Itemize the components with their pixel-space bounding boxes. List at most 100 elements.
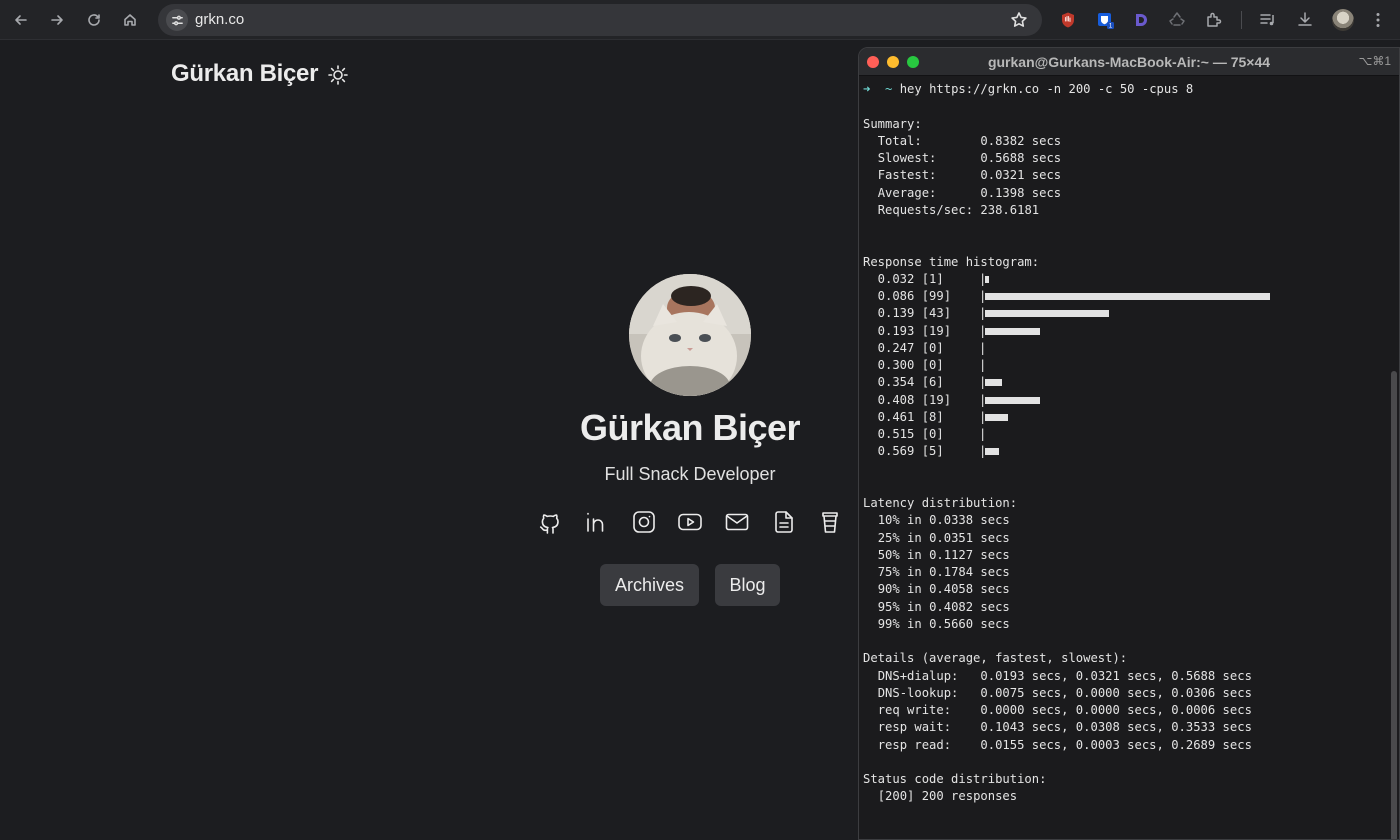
- summary-row: Total: 0.8382 secs: [863, 133, 1270, 150]
- details-row: resp read: 0.0155 secs, 0.0003 secs, 0.2…: [863, 737, 1270, 754]
- blog-button[interactable]: Blog: [715, 564, 780, 606]
- status-header: Status code distribution:: [863, 772, 1047, 786]
- terminal-shortcut: ⌥⌘1: [1358, 54, 1391, 68]
- summary-label: Total:: [877, 133, 922, 148]
- browser-menu-button[interactable]: [1367, 9, 1389, 31]
- histogram-axis-tick: |: [979, 358, 987, 372]
- latency-percentile: 50%: [877, 547, 900, 562]
- download-icon: [1298, 12, 1312, 26]
- youtube-link[interactable]: [676, 508, 704, 536]
- latency-row: 95% in 0.4082 secs: [877, 599, 1010, 614]
- histogram-row: 0.515 [0] |: [863, 426, 1270, 443]
- github-link[interactable]: [536, 508, 564, 536]
- summary-label: Average:: [877, 185, 937, 200]
- histogram-row: 0.193 [19] |: [863, 323, 1270, 340]
- recycle-extension[interactable]: [1166, 9, 1188, 31]
- home-button[interactable]: [120, 10, 140, 30]
- histogram-bar: [985, 396, 1040, 404]
- histogram-bar: [985, 327, 1040, 335]
- terminal-titlebar[interactable]: gurkan@Gurkans-MacBook-Air:~ — 75×44 ⌥⌘1: [859, 48, 1399, 76]
- latency-value: 0.4082 secs: [929, 599, 1010, 614]
- sun-icon: [328, 65, 348, 85]
- dashlane-icon: [1136, 14, 1147, 26]
- home-icon: [124, 14, 136, 26]
- youtube-icon: [678, 513, 702, 531]
- details-label: resp read:: [877, 737, 952, 752]
- instagram-link[interactable]: [630, 508, 658, 536]
- details-label: DNS+dialup:: [877, 668, 959, 683]
- summary-value: 238.6181: [980, 202, 1040, 217]
- histogram-bucket-label: 0.300 [0]: [863, 358, 981, 372]
- histogram-axis-tick: |: [979, 427, 987, 441]
- details-row: DNS+dialup: 0.0193 secs, 0.0321 secs, 0.…: [863, 668, 1270, 685]
- histogram-axis-tick: |: [979, 392, 987, 407]
- latency-header: Latency distribution:: [863, 496, 1018, 510]
- hero-tagline: Full Snack Developer: [604, 464, 776, 484]
- status-row: [200] 200 responses: [863, 788, 1270, 805]
- resume-link[interactable]: [770, 508, 798, 536]
- summary-section: Total: 0.8382 secs Slowest: 0.5688 secs …: [863, 133, 1270, 219]
- latency-row: 25% in 0.0351 secs: [877, 530, 1010, 545]
- terminal-scrollbar[interactable]: [1391, 371, 1397, 839]
- instagram-icon: [633, 511, 655, 533]
- terminal-window: gurkan@Gurkans-MacBook-Air:~ — 75×44 ⌥⌘1…: [858, 47, 1400, 840]
- histogram-row: 0.354 [6] |: [863, 374, 1270, 391]
- latency-value: 0.1784 secs: [929, 565, 1010, 579]
- latency-percentile: 75%: [877, 565, 900, 579]
- bitwarden-extension[interactable]: 1: [1094, 9, 1116, 31]
- histogram-row: 0.247 [0] |: [863, 340, 1270, 357]
- histogram-bucket-label: 0.569 [5]: [863, 444, 981, 459]
- summary-label: Slowest:: [877, 151, 937, 165]
- resume-icon: [775, 511, 793, 533]
- summary-label: Fastest:: [877, 168, 937, 183]
- site-title[interactable]: Gürkan Biçer: [171, 60, 318, 88]
- latency-percentile: 25%: [877, 530, 900, 545]
- histogram-axis-tick: |: [979, 409, 987, 424]
- latency-row: 50% in 0.1127 secs: [877, 547, 1010, 562]
- menu-icon: [1376, 13, 1380, 27]
- forward-button[interactable]: [47, 10, 67, 30]
- dashlane-extension[interactable]: [1130, 9, 1152, 31]
- latency-row: 99% in 0.5660 secs: [877, 616, 1010, 631]
- site-info-button[interactable]: [166, 9, 188, 31]
- extensions-button[interactable]: [1203, 9, 1225, 31]
- histogram-row: 0.139 [43] |: [863, 305, 1270, 322]
- latency-row: 90% in 0.4058 secs: [877, 582, 1010, 597]
- media-controls-button[interactable]: [1257, 9, 1279, 31]
- downloads-button[interactable]: [1294, 9, 1316, 31]
- toolbar-divider: [1241, 11, 1242, 29]
- coffee-icon: [822, 512, 838, 533]
- coffee-link[interactable]: [816, 508, 844, 536]
- details-row: resp wait: 0.1043 secs, 0.0308 secs, 0.3…: [863, 719, 1270, 736]
- address-bar[interactable]: grkn.co: [158, 4, 1042, 36]
- archives-button[interactable]: Archives: [600, 564, 699, 606]
- histogram-bucket-label: 0.086 [99]: [863, 289, 981, 303]
- mail-icon: [725, 513, 749, 531]
- reload-button[interactable]: [84, 10, 104, 30]
- bitwarden-icon: 1: [1098, 13, 1114, 29]
- profile-avatar[interactable]: [1332, 9, 1354, 31]
- linkedin-link[interactable]: [583, 508, 611, 536]
- hero-name: Gürkan Biçer: [579, 407, 801, 448]
- histogram-bucket-label: 0.515 [0]: [863, 427, 981, 441]
- summary-row: Slowest: 0.5688 secs: [863, 150, 1270, 167]
- theme-toggle-button[interactable]: [327, 64, 349, 86]
- summary-header: Summary:: [863, 116, 922, 131]
- bookmark-button[interactable]: [1010, 11, 1028, 34]
- summary-row: Fastest: 0.0321 secs: [863, 167, 1270, 184]
- histogram-axis-tick: |: [979, 340, 987, 355]
- back-button[interactable]: [11, 10, 31, 30]
- latency-percentile: 95%: [877, 599, 900, 614]
- ublock-extension[interactable]: [1057, 9, 1079, 31]
- details-section: DNS+dialup: 0.0193 secs, 0.0321 secs, 0.…: [863, 668, 1270, 754]
- details-row: DNS-lookup: 0.0075 secs, 0.0000 secs, 0.…: [863, 685, 1270, 702]
- url-text[interactable]: grkn.co: [195, 11, 244, 28]
- status-value: [200] 200 responses: [877, 789, 1018, 804]
- email-link[interactable]: [723, 508, 751, 536]
- profile-photo: [629, 274, 751, 396]
- histogram-bucket-label: 0.408 [19]: [863, 392, 981, 407]
- details-value: 0.0075 secs, 0.0000 secs, 0.0306 secs: [980, 685, 1252, 700]
- details-label: resp wait:: [877, 720, 952, 735]
- terminal-output[interactable]: ➜ ~ hey https://grkn.co -n 200 -c 50 -cp…: [863, 81, 1270, 806]
- linkedin-icon: [587, 512, 604, 532]
